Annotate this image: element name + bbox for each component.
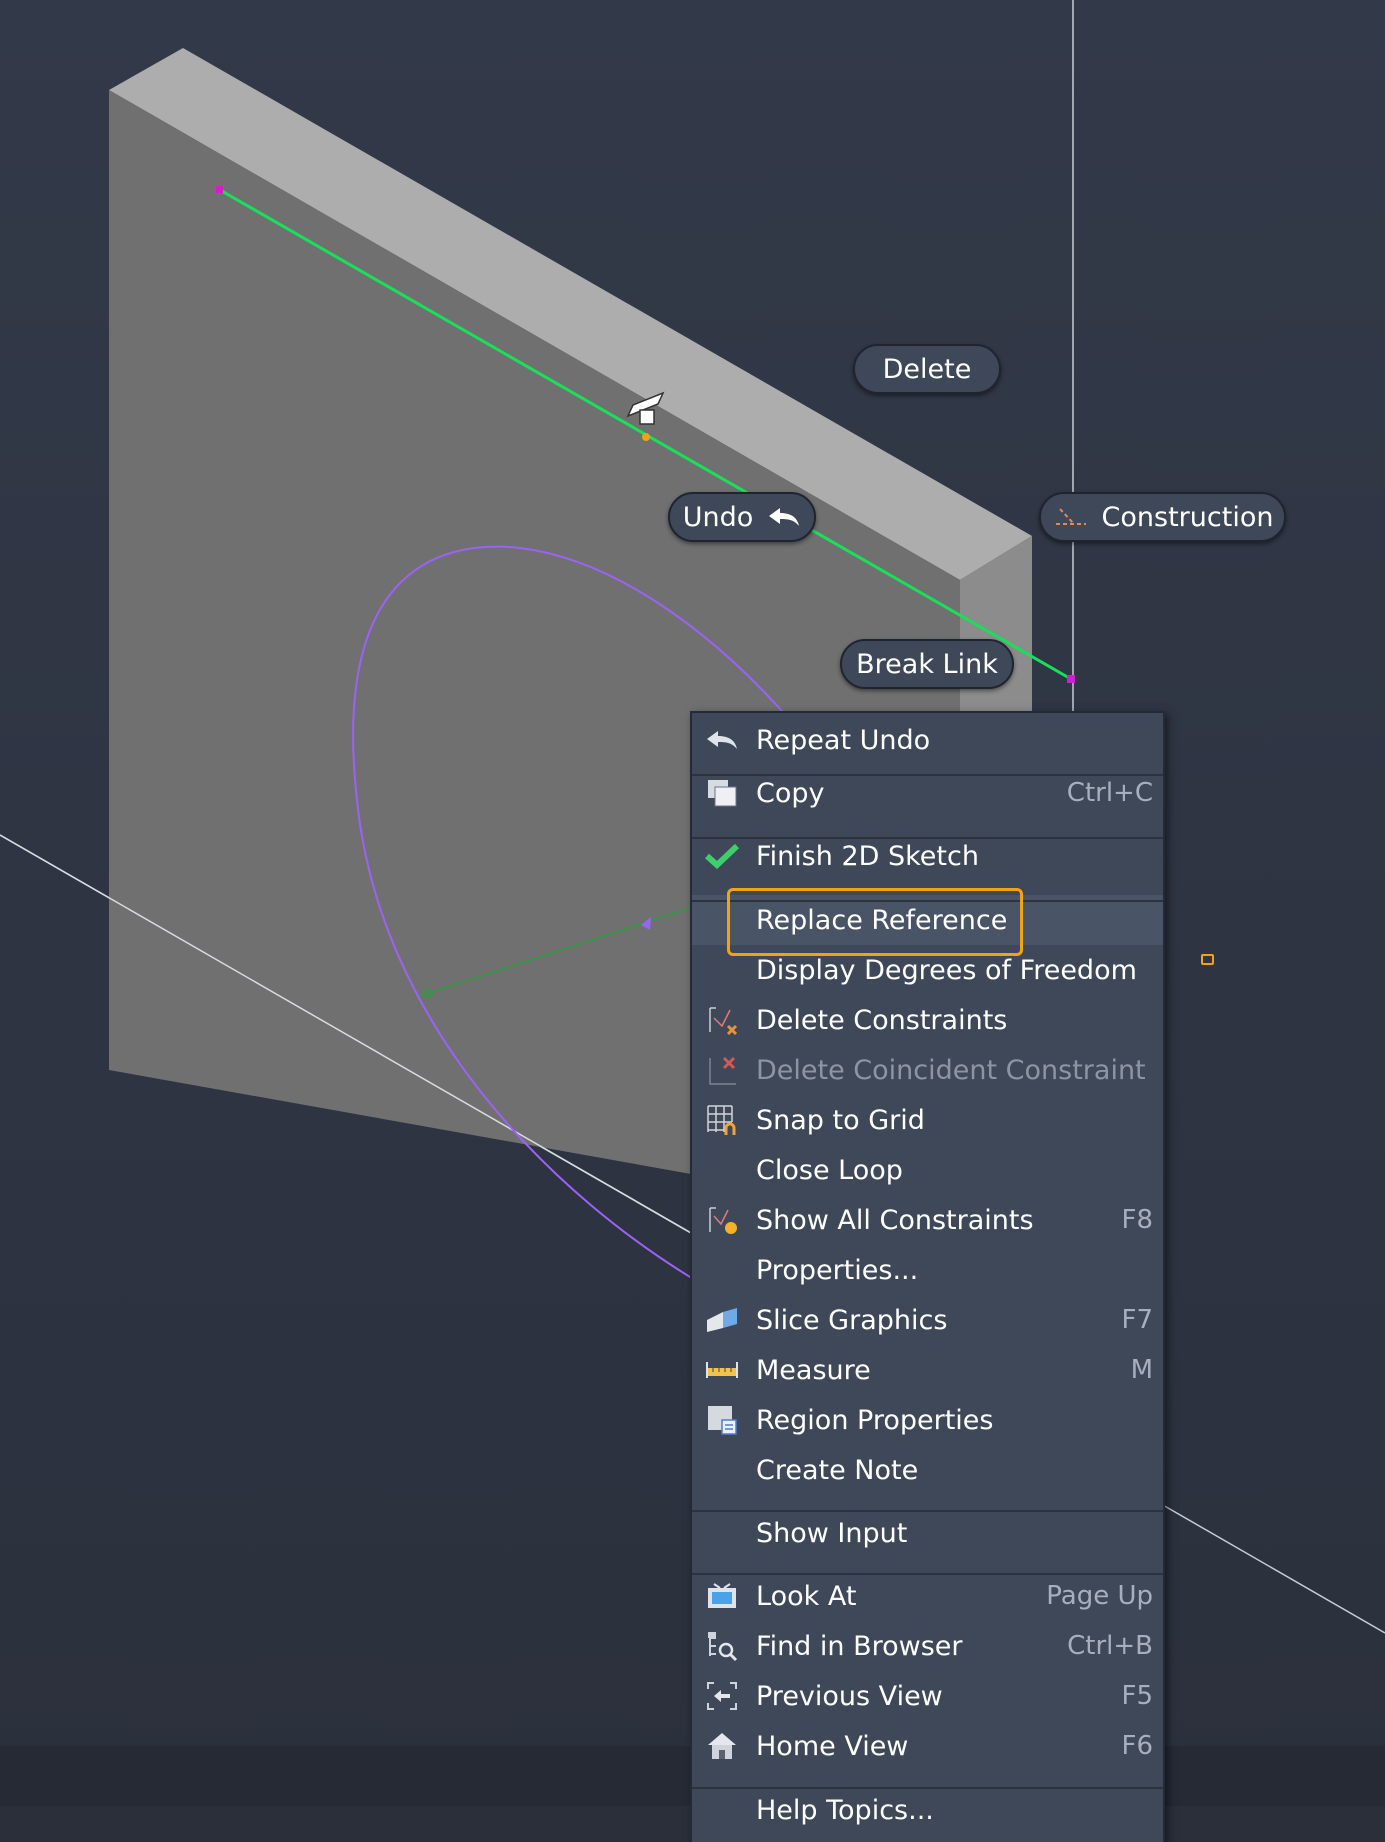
menu-item-delete-coincident-constraint: Delete Coincident Constraint	[692, 1045, 1163, 1095]
menu-item-properties[interactable]: Properties...	[692, 1245, 1163, 1295]
menu-separator	[692, 1510, 1163, 1512]
snap-grid-icon	[704, 1104, 740, 1136]
menu-item-label: Copy	[756, 777, 825, 809]
menu-item-show-all-constraints[interactable]: Show All Constraints F8	[692, 1195, 1163, 1245]
menu-item-label: Help Topics...	[756, 1794, 934, 1826]
menu-item-label: Delete Constraints	[756, 1004, 1008, 1036]
menu-item-create-note[interactable]: Create Note	[692, 1445, 1163, 1495]
menu-item-repeat-undo[interactable]: Repeat Undo	[692, 715, 1163, 765]
menu-item-measure[interactable]: Measure M	[692, 1345, 1163, 1395]
menu-item-home-view[interactable]: Home View F6	[692, 1721, 1163, 1771]
undo-arrow-icon	[767, 506, 801, 528]
construction-label: Construction	[1101, 501, 1274, 533]
menu-item-shortcut: Ctrl+B	[1067, 1631, 1153, 1661]
menu-item-label: Repeat Undo	[756, 724, 931, 756]
line-endpoint-end[interactable]	[1067, 675, 1075, 683]
menu-item-label: Show All Constraints	[756, 1204, 1034, 1236]
delete-constraints-icon	[704, 1004, 740, 1036]
menu-item-label: Region Properties	[756, 1404, 994, 1436]
delete-label: Delete	[882, 353, 972, 385]
menu-separator	[692, 900, 1163, 902]
menu-item-label: Show Input	[756, 1517, 908, 1549]
undo-arrow-icon	[704, 724, 740, 756]
menu-item-shortcut: F8	[1121, 1205, 1154, 1235]
menu-item-replace-reference[interactable]: Replace Reference	[692, 895, 1163, 945]
menu-item-label: Close Loop	[756, 1154, 903, 1186]
menu-item-shortcut: F5	[1121, 1681, 1154, 1711]
menu-item-label: Slice Graphics	[756, 1304, 948, 1336]
break-link-label: Break Link	[856, 648, 998, 680]
find-browser-icon	[704, 1630, 740, 1662]
menu-item-close-loop[interactable]: Close Loop	[692, 1145, 1163, 1195]
menu-item-label: Replace Reference	[756, 904, 1008, 936]
construction-icon	[1052, 506, 1088, 528]
menu-item-help-topics[interactable]: Help Topics...	[692, 1785, 1163, 1835]
region-properties-icon	[704, 1404, 740, 1436]
line-midpoint-marker[interactable]	[642, 433, 650, 441]
menu-item-label: Measure	[756, 1354, 871, 1386]
menu-item-look-at[interactable]: Look At Page Up	[692, 1571, 1163, 1621]
context-menu: Repeat Undo Copy Ctrl+C Finish 2D Sketch Rep…	[690, 711, 1165, 1842]
menu-item-label: Previous View	[756, 1680, 943, 1712]
copy-icon	[704, 777, 740, 809]
menu-item-shortcut: Ctrl+C	[1066, 778, 1153, 808]
menu-item-label: Look At	[756, 1580, 857, 1612]
checkmark-icon	[704, 840, 740, 872]
menu-item-label: Finish 2D Sketch	[756, 840, 979, 872]
menu-item-delete-constraints[interactable]: Delete Constraints	[692, 995, 1163, 1045]
menu-separator	[692, 837, 1163, 839]
menu-separator	[692, 1787, 1163, 1789]
menu-item-label: Home View	[756, 1730, 909, 1762]
menu-item-label: Find in Browser	[756, 1630, 963, 1662]
measure-icon	[704, 1354, 740, 1386]
look-at-icon	[704, 1580, 740, 1612]
undo-button[interactable]: Undo	[668, 492, 816, 542]
menu-item-label: Properties...	[756, 1254, 919, 1286]
menu-item-shortcut: Page Up	[1046, 1581, 1153, 1611]
home-view-icon	[704, 1730, 740, 1762]
work-point-marker[interactable]	[1201, 954, 1214, 965]
menu-item-show-input[interactable]: Show Input	[692, 1508, 1163, 1558]
menu-item-display-degrees-of-freedom[interactable]: Display Degrees of Freedom	[692, 945, 1163, 995]
construction-button[interactable]: Construction	[1039, 492, 1286, 542]
menu-item-slice-graphics[interactable]: Slice Graphics F7	[692, 1295, 1163, 1345]
delete-button[interactable]: Delete	[853, 344, 1001, 394]
menu-item-region-properties[interactable]: Region Properties	[692, 1395, 1163, 1445]
menu-separator	[692, 1573, 1163, 1575]
menu-separator	[692, 774, 1163, 776]
slice-graphics-icon	[704, 1304, 740, 1336]
menu-item-shortcut: F7	[1121, 1305, 1154, 1335]
line-endpoint-start[interactable]	[216, 186, 223, 193]
show-constraints-icon	[704, 1204, 740, 1236]
menu-item-shortcut: M	[1130, 1355, 1153, 1385]
undo-label: Undo	[682, 501, 754, 533]
menu-item-label: Snap to Grid	[756, 1104, 925, 1136]
menu-item-label: Create Note	[756, 1454, 919, 1486]
menu-item-label: Delete Coincident Constraint	[756, 1054, 1146, 1086]
menu-item-previous-view[interactable]: Previous View F5	[692, 1671, 1163, 1721]
menu-item-label: Display Degrees of Freedom	[756, 954, 1137, 986]
delete-coincident-icon	[704, 1054, 740, 1086]
menu-item-find-in-browser[interactable]: Find in Browser Ctrl+B	[692, 1621, 1163, 1671]
menu-item-snap-to-grid[interactable]: Snap to Grid	[692, 1095, 1163, 1145]
previous-view-icon	[704, 1680, 740, 1712]
menu-item-shortcut: F6	[1121, 1731, 1154, 1761]
break-link-button[interactable]: Break Link	[840, 639, 1014, 689]
